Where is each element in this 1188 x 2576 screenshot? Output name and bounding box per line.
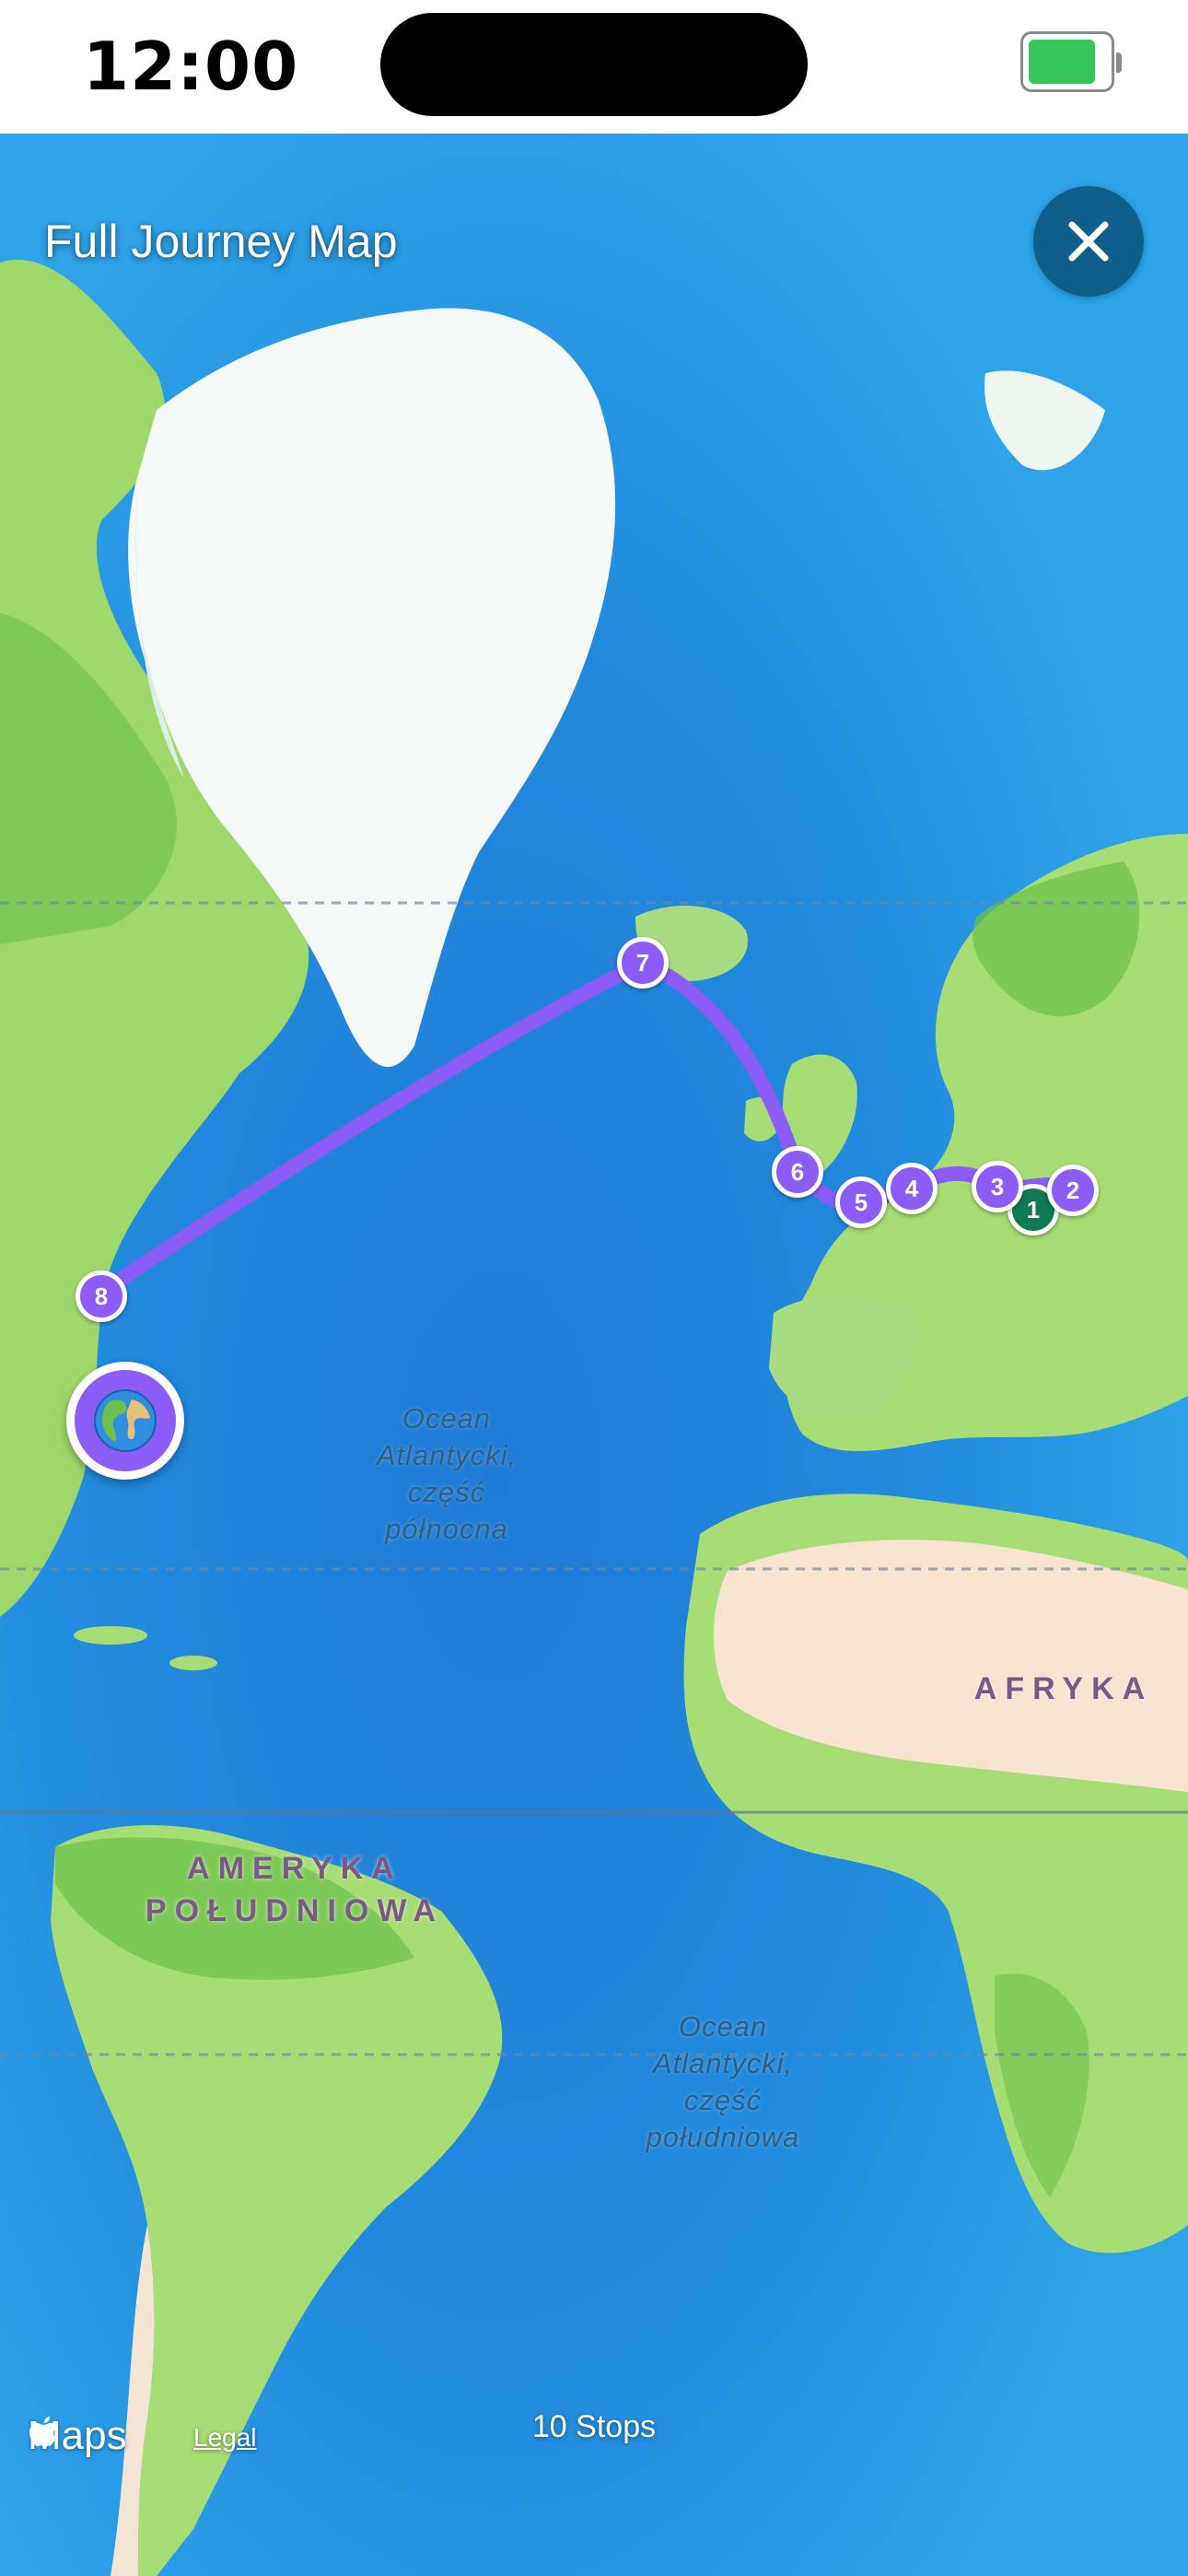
dynamic-island <box>380 13 808 116</box>
ocean-label-north: Ocean Atlantycki, część północna <box>376 1402 518 1545</box>
stop-marker-5[interactable]: 5 <box>835 1177 887 1228</box>
map-title: Full Journey Map <box>44 216 398 267</box>
current-location-pin[interactable] <box>66 1362 184 1480</box>
stop-marker-7[interactable]: 7 <box>617 937 669 989</box>
status-bar: 12:00 <box>0 0 1188 134</box>
stop-marker-6[interactable]: 6 <box>772 1146 823 1198</box>
close-icon <box>1068 221 1109 262</box>
continent-label-africa: AFRYKA <box>973 1671 1154 1706</box>
map-background <box>0 134 1188 2576</box>
globe-icon <box>94 1389 157 1452</box>
stop-marker-4[interactable]: 4 <box>886 1163 938 1214</box>
continent-label-south-america: AMERYKA POŁUDNIOWA <box>145 1851 445 1928</box>
battery-icon <box>1020 31 1122 92</box>
stops-count: 10 Stops <box>531 2409 657 2444</box>
status-time: 12:00 <box>83 28 299 105</box>
ocean-label-south: Ocean Atlantycki, część południowa <box>646 2010 800 2153</box>
journey-map[interactable]: Full Journey Map Ocean Atlantycki, część pó… <box>0 134 1188 2576</box>
stop-marker-3[interactable]: 3 <box>972 1161 1023 1212</box>
close-button[interactable] <box>1033 186 1144 297</box>
stop-marker-2[interactable]: 2 <box>1047 1165 1099 1216</box>
stop-marker-8[interactable]: 8 <box>76 1270 127 1322</box>
